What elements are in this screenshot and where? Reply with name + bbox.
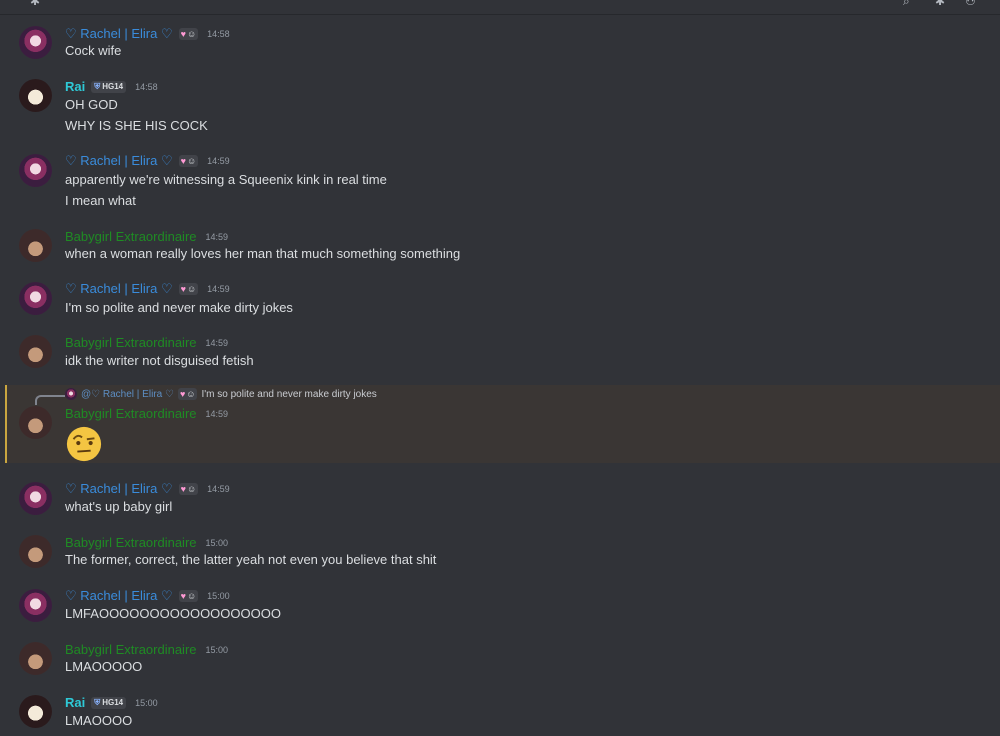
- avatar[interactable]: [19, 229, 52, 262]
- message-text: LMAOOOOO: [65, 659, 143, 674]
- message-header: Rai ⛨ HG14 14:58: [65, 79, 158, 94]
- server-tag-badge[interactable]: ⛨ HG14: [91, 696, 127, 709]
- message-header: ♡ Rachel | Elira ♡ ♥ ☺ 14:58: [65, 26, 230, 42]
- username[interactable]: Rai: [65, 79, 85, 94]
- message-text: I mean what: [65, 193, 136, 208]
- message-text: LMFAOOOOOOOOOOOOOOOOOO: [65, 606, 281, 621]
- message-header: Babygirl Extraordinaire 15:00: [65, 642, 228, 657]
- message-header: Babygirl Extraordinaire 14:59: [65, 335, 228, 350]
- timestamp: 15:00: [207, 591, 230, 601]
- reply-avatar: [65, 388, 77, 400]
- reply-connector: [35, 395, 65, 405]
- reply-preview[interactable]: @♡ Rachel | Elira ♡ ♥ ☺ I'm so polite and…: [65, 388, 377, 400]
- message-text: when a woman really loves her man that m…: [65, 246, 461, 261]
- message-text: apparently we're witnessing a Squeenix k…: [65, 172, 387, 187]
- message-header: Babygirl Extraordinaire 14:59: [65, 406, 228, 421]
- username[interactable]: ♡ Rachel | Elira ♡: [65, 481, 173, 497]
- reply-username[interactable]: @♡ Rachel | Elira ♡: [81, 389, 174, 400]
- face-with-raised-eyebrow-emoji: [66, 426, 102, 462]
- timestamp: 15:00: [205, 644, 229, 655]
- message-header: Babygirl Extraordinaire 15:00: [65, 535, 228, 550]
- timestamp: 14:59: [207, 284, 230, 294]
- username[interactable]: Babygirl Extraordinaire: [65, 642, 197, 657]
- avatar[interactable]: [19, 589, 52, 622]
- message-header: Babygirl Extraordinaire 14:59: [65, 229, 228, 244]
- message-text: I'm so polite and never make dirty jokes: [65, 300, 293, 315]
- username[interactable]: ♡ Rachel | Elira ♡: [65, 26, 173, 42]
- heart-badge-icon: ♥ ☺: [177, 388, 198, 400]
- username[interactable]: Babygirl Extraordinaire: [65, 229, 197, 244]
- heart-badge-icon: ♥ ☺: [178, 590, 199, 602]
- server-tag-badge[interactable]: ⛨ HG14: [91, 80, 127, 93]
- avatar[interactable]: [19, 535, 52, 568]
- avatar[interactable]: [19, 642, 52, 675]
- timestamp: 15:00: [135, 697, 158, 708]
- username[interactable]: Babygirl Extraordinaire: [65, 535, 197, 550]
- thread-icon[interactable]: ✱: [30, 0, 40, 8]
- username[interactable]: Rai: [65, 695, 85, 710]
- heart-badge-icon: ♥ ☺: [178, 283, 199, 295]
- message-header: ♡ Rachel | Elira ♡ ♥ ☺ 14:59: [65, 281, 230, 297]
- search-icon[interactable]: ⌕: [903, 0, 910, 9]
- avatar[interactable]: [19, 282, 52, 315]
- username[interactable]: ♡ Rachel | Elira ♡: [65, 281, 173, 297]
- reply-text[interactable]: I'm so polite and never make dirty jokes: [201, 389, 376, 400]
- username[interactable]: Babygirl Extraordinaire: [65, 335, 197, 350]
- avatar[interactable]: [19, 695, 52, 728]
- message-text: what's up baby girl: [65, 499, 173, 514]
- username[interactable]: ♡ Rachel | Elira ♡: [65, 588, 173, 604]
- channel-top-bar: ✱ ⌕ ✱ ⚇: [0, 0, 1000, 15]
- message-text: OH GOD: [65, 97, 118, 112]
- message-header: Rai ⛨ HG14 15:00: [65, 695, 158, 710]
- heart-badge-icon: ♥ ☺: [178, 28, 199, 40]
- timestamp: 14:59: [205, 408, 229, 419]
- people-icon[interactable]: ⚇: [965, 0, 976, 8]
- username[interactable]: ♡ Rachel | Elira ♡: [65, 153, 173, 169]
- timestamp: 14:59: [205, 231, 229, 242]
- avatar[interactable]: [19, 79, 52, 112]
- avatar[interactable]: [19, 26, 52, 59]
- message-text: idk the writer not disguised fetish: [65, 353, 254, 368]
- shield-icon: ⛨: [94, 697, 101, 707]
- avatar[interactable]: [19, 482, 52, 515]
- heart-badge-icon: ♥ ☺: [178, 483, 199, 495]
- message-header: ♡ Rachel | Elira ♡ ♥ ☺ 14:59: [65, 153, 230, 169]
- message-text: The former, correct, the latter yeah not…: [65, 552, 437, 567]
- message-text: Cock wife: [65, 43, 122, 58]
- timestamp: 14:59: [205, 337, 229, 348]
- settings-icon[interactable]: ✱: [935, 0, 945, 8]
- timestamp: 14:59: [207, 484, 230, 494]
- message-header: ♡ Rachel | Elira ♡ ♥ ☺ 14:59: [65, 481, 230, 497]
- timestamp: 15:00: [205, 537, 229, 548]
- avatar[interactable]: [19, 406, 52, 439]
- shield-icon: ⛨: [94, 81, 101, 91]
- message-text: LMAOOOO: [65, 713, 133, 728]
- message-header: ♡ Rachel | Elira ♡ ♥ ☺ 15:00: [65, 588, 230, 604]
- timestamp: 14:58: [135, 81, 158, 92]
- timestamp: 14:58: [207, 29, 230, 39]
- timestamp: 14:59: [207, 156, 230, 166]
- avatar[interactable]: [19, 335, 52, 368]
- avatar[interactable]: [19, 154, 52, 187]
- username[interactable]: Babygirl Extraordinaire: [65, 406, 197, 421]
- heart-badge-icon: ♥ ☺: [178, 155, 199, 167]
- message-text: WHY IS SHE HIS COCK: [65, 118, 208, 133]
